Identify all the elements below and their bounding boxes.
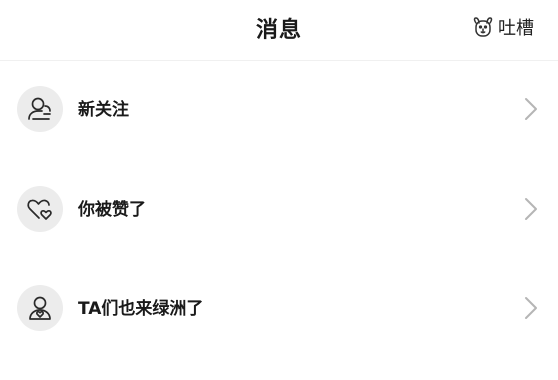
top-bar: 消息 吐槽 <box>0 0 558 61</box>
chevron-right-icon <box>524 296 538 320</box>
feedback-button[interactable]: 吐槽 <box>471 14 534 40</box>
message-label: 新关注 <box>78 100 129 120</box>
feedback-label: 吐槽 <box>498 18 534 39</box>
message-row-new-followers[interactable]: 新关注 <box>0 61 558 159</box>
message-row-likes[interactable]: 你被赞了 <box>0 161 558 259</box>
chevron-right-icon <box>524 197 538 221</box>
dog-face-icon <box>471 15 495 39</box>
chevron-right-icon <box>524 97 538 121</box>
follower-icon <box>17 86 63 132</box>
message-label: TA们也来绿洲了 <box>78 299 204 319</box>
user-heart-icon <box>17 285 63 331</box>
message-label: 你被赞了 <box>78 200 146 220</box>
liked-heart-icon <box>17 186 63 232</box>
message-row-oasis-friends[interactable]: TA们也来绿洲了 <box>0 260 558 358</box>
